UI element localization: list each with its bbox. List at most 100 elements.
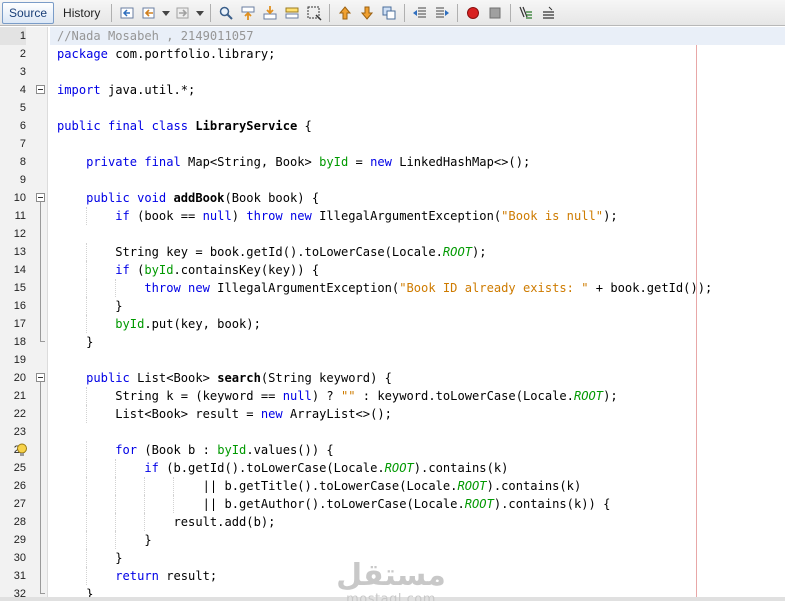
- toggle-bookmark-icon[interactable]: [379, 3, 399, 23]
- code-line[interactable]: 15 throw new IllegalArgumentException("B…: [0, 279, 785, 297]
- next-bookmark-icon[interactable]: [357, 3, 377, 23]
- shift-left-icon[interactable]: [410, 3, 430, 23]
- code-line[interactable]: 4 import java.util.*;: [0, 81, 785, 99]
- code-line[interactable]: 24 for (Book b : byId.values()) {: [0, 441, 785, 459]
- code-line[interactable]: 19: [0, 351, 785, 369]
- find-selection-icon[interactable]: [216, 3, 236, 23]
- code-line[interactable]: 28 result.add(b);: [0, 513, 785, 531]
- code-line[interactable]: 6 public final class LibraryService {: [0, 117, 785, 135]
- last-edit-icon[interactable]: [117, 3, 137, 23]
- code-text[interactable]: [50, 63, 785, 81]
- code-text[interactable]: if (book == null) throw new IllegalArgum…: [50, 207, 785, 225]
- collapse-fold-icon[interactable]: [36, 85, 45, 94]
- keyword-token: public void: [86, 191, 167, 205]
- code-line[interactable]: 17 byId.put(key, book);: [0, 315, 785, 333]
- code-line[interactable]: 1 //Nada Mosabeh , 2149011057: [0, 27, 785, 45]
- code-line[interactable]: 20 public List<Book> search(String keywo…: [0, 369, 785, 387]
- code-text[interactable]: || b.getAuthor().toLowerCase(Locale.ROOT…: [50, 495, 785, 513]
- code-text[interactable]: for (Book b : byId.values()) {: [50, 441, 785, 459]
- code-line[interactable]: 30 }: [0, 549, 785, 567]
- constant-token: ROOT: [464, 497, 494, 511]
- dropdown-icon[interactable]: [195, 3, 205, 23]
- code-text[interactable]: public final class LibraryService {: [50, 117, 785, 135]
- code-text[interactable]: }: [50, 297, 785, 315]
- code-line[interactable]: 9: [0, 171, 785, 189]
- code-text[interactable]: public void addBook(Book book) {: [50, 189, 785, 207]
- tab-history[interactable]: History: [56, 2, 107, 24]
- code-line[interactable]: 14 if (byId.containsKey(key)) {: [0, 261, 785, 279]
- code-text[interactable]: || b.getTitle().toLowerCase(Locale.ROOT)…: [50, 477, 785, 495]
- code-text[interactable]: [50, 171, 785, 189]
- line-number: 2: [19, 48, 26, 60]
- code-text[interactable]: List<Book> result = new ArrayList<>();: [50, 405, 785, 423]
- code-line[interactable]: 5: [0, 99, 785, 117]
- code-text[interactable]: [50, 423, 785, 441]
- code-text[interactable]: package com.portfolio.library;: [50, 45, 785, 63]
- code-text[interactable]: import java.util.*;: [50, 81, 785, 99]
- collapse-fold-icon[interactable]: [36, 373, 45, 382]
- code-line[interactable]: 22 List<Book> result = new ArrayList<>()…: [0, 405, 785, 423]
- find-previous-icon[interactable]: [238, 3, 258, 23]
- back-icon[interactable]: [139, 3, 159, 23]
- code-text[interactable]: if (byId.containsKey(key)) {: [50, 261, 785, 279]
- code-line[interactable]: 18 }: [0, 333, 785, 351]
- fold-column: [30, 279, 48, 297]
- code-text[interactable]: [50, 225, 785, 243]
- code-text[interactable]: }: [50, 549, 785, 567]
- horizontal-scrollbar[interactable]: [0, 597, 785, 601]
- code-text[interactable]: }: [50, 333, 785, 351]
- previous-bookmark-icon[interactable]: [335, 3, 355, 23]
- start-macro-icon[interactable]: [463, 3, 483, 23]
- toggle-highlight-icon[interactable]: [282, 3, 302, 23]
- find-next-icon[interactable]: [260, 3, 280, 23]
- shift-right-icon[interactable]: [432, 3, 452, 23]
- keyword-token: import: [57, 83, 101, 97]
- collapse-fold-icon[interactable]: [36, 193, 45, 202]
- keyword-token: for: [115, 443, 138, 457]
- code-line[interactable]: 2 package com.portfolio.library;: [0, 45, 785, 63]
- comment-icon[interactable]: [516, 3, 536, 23]
- code-line[interactable]: 25 if (b.getId().toLowerCase(Locale.ROOT…: [0, 459, 785, 477]
- code-text[interactable]: return result;: [50, 567, 785, 585]
- code-line[interactable]: 26 || b.getTitle().toLowerCase(Locale.RO…: [0, 477, 785, 495]
- code-text[interactable]: String key = book.getId().toLowerCase(Lo…: [50, 243, 785, 261]
- code-text[interactable]: private final Map<String, Book> byId = n…: [50, 153, 785, 171]
- code-text[interactable]: public List<Book> search(String keyword)…: [50, 369, 785, 387]
- code-line[interactable]: 13 String key = book.getId().toLowerCase…: [0, 243, 785, 261]
- code-line[interactable]: 27 || b.getAuthor().toLowerCase(Locale.R…: [0, 495, 785, 513]
- code-text[interactable]: if (b.getId().toLowerCase(Locale.ROOT).c…: [50, 459, 785, 477]
- code-line[interactable]: 3: [0, 63, 785, 81]
- code-line[interactable]: 31 return result;: [0, 567, 785, 585]
- code-line[interactable]: 11 if (book == null) throw new IllegalAr…: [0, 207, 785, 225]
- code-line[interactable]: 16 }: [0, 297, 785, 315]
- code-text[interactable]: throw new IllegalArgumentException("Book…: [50, 279, 785, 297]
- code-line[interactable]: 29 }: [0, 531, 785, 549]
- code-line[interactable]: 8 private final Map<String, Book> byId =…: [0, 153, 785, 171]
- stop-macro-icon[interactable]: [485, 3, 505, 23]
- code-text[interactable]: byId.put(key, book);: [50, 315, 785, 333]
- code-line[interactable]: 23: [0, 423, 785, 441]
- code-text[interactable]: [50, 351, 785, 369]
- uncomment-icon[interactable]: [538, 3, 558, 23]
- code-text[interactable]: [50, 135, 785, 153]
- dropdown-icon[interactable]: [161, 3, 171, 23]
- constant-token: ROOT: [384, 461, 414, 475]
- code-token: String k = (keyword ==: [57, 389, 283, 403]
- lightbulb-hint-icon[interactable]: [14, 442, 30, 458]
- code-editor[interactable]: 1 //Nada Mosabeh , 2149011057 2 package com…: [0, 27, 785, 601]
- code-text[interactable]: [50, 99, 785, 117]
- string-token: "": [340, 389, 356, 403]
- code-text[interactable]: //Nada Mosabeh , 2149011057: [50, 27, 785, 45]
- code-text[interactable]: }: [50, 531, 785, 549]
- constant-token: ROOT: [573, 389, 604, 403]
- code-line[interactable]: 21 String k = (keyword == null) ? "" : k…: [0, 387, 785, 405]
- forward-icon[interactable]: [173, 3, 193, 23]
- code-text[interactable]: String k = (keyword == null) ? "" : keyw…: [50, 387, 785, 405]
- code-text[interactable]: result.add(b);: [50, 513, 785, 531]
- tab-source[interactable]: Source: [2, 1, 55, 24]
- rectangular-selection-icon[interactable]: [304, 3, 324, 23]
- code-line[interactable]: 12: [0, 225, 785, 243]
- code-line[interactable]: 10 public void addBook(Book book) {: [0, 189, 785, 207]
- code-line[interactable]: 7: [0, 135, 785, 153]
- fold-guide: [40, 243, 41, 261]
